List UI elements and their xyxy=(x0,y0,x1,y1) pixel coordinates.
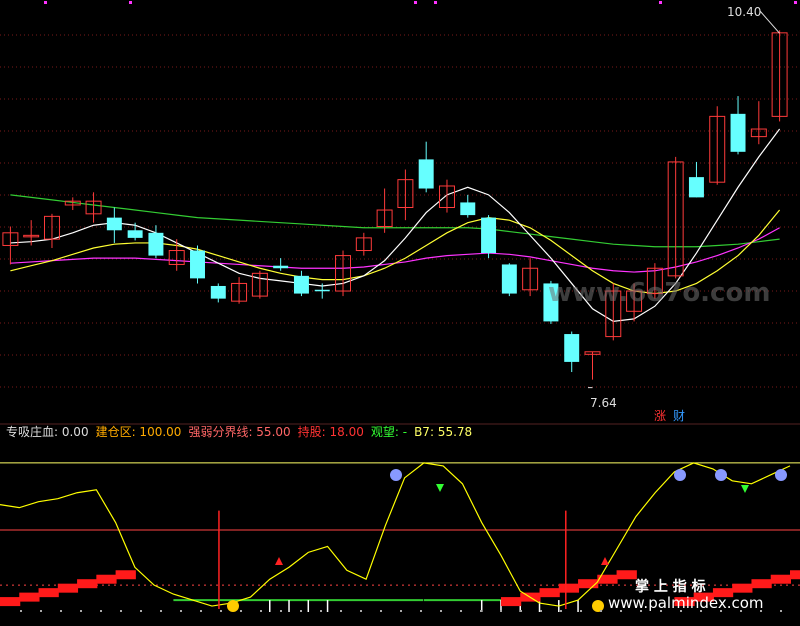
candle-body xyxy=(293,275,309,294)
axis-dot xyxy=(420,610,422,612)
bottom-watermark-cn: 掌 上 指 标 xyxy=(635,578,706,595)
top-watermark: www.6o7o.com xyxy=(548,278,770,308)
header-item: 观望: - xyxy=(371,425,407,439)
bottom-watermark-url: www.palmindex.com xyxy=(608,594,764,612)
header-item: 强弱分界线: 55.00 xyxy=(188,425,290,439)
face-marker xyxy=(592,600,604,612)
step-bar xyxy=(77,579,98,589)
axis-dot xyxy=(300,610,302,612)
step-bar xyxy=(558,583,580,593)
axis-dot xyxy=(60,610,62,612)
step-bar xyxy=(500,597,522,607)
axis-dot xyxy=(600,610,602,612)
face-marker xyxy=(227,600,239,612)
axis-dot xyxy=(340,610,342,612)
step-bar xyxy=(732,583,753,593)
axis-dot xyxy=(360,610,362,612)
axis-dot xyxy=(180,610,182,612)
axis-dot xyxy=(460,610,462,612)
axis-dot xyxy=(540,610,542,612)
face-marker xyxy=(715,469,727,481)
candle-body xyxy=(210,285,226,299)
low-price-label: 7.64 xyxy=(590,396,617,410)
marker-dot xyxy=(44,1,47,4)
header-item: B7: 55.78 xyxy=(414,425,472,439)
candle-body xyxy=(127,230,143,238)
candle-body xyxy=(314,289,330,292)
axis-dot xyxy=(240,610,242,612)
header-item: 专吸庄血: 0.00 xyxy=(6,424,89,439)
step-bar xyxy=(751,579,772,589)
axis-dot xyxy=(200,610,202,612)
stock-chart: 10.40 7.64 涨 财 www.6o7o.com 掌 上 指 标 www.… xyxy=(0,0,800,626)
step-bar xyxy=(115,570,136,580)
axis-dot xyxy=(780,610,782,612)
step-bar xyxy=(38,588,59,598)
axis-dot xyxy=(160,610,162,612)
zhang-tag[interactable]: 涨 xyxy=(654,408,666,423)
axis-dot xyxy=(580,610,582,612)
axis-dot xyxy=(320,610,322,612)
face-marker xyxy=(775,469,787,481)
marker-dot xyxy=(434,1,437,4)
high-price-label: 10.40 xyxy=(727,5,761,19)
marker-dot xyxy=(659,1,662,4)
axis-dot xyxy=(100,610,102,612)
candle-body xyxy=(106,217,122,231)
axis-dot xyxy=(440,610,442,612)
step-bar xyxy=(0,597,21,607)
axis-dot xyxy=(380,610,382,612)
header-item: 持股: 18.00 xyxy=(298,424,364,439)
axis-dot xyxy=(560,610,562,612)
candle-body xyxy=(273,265,289,269)
axis-dot xyxy=(500,610,502,612)
candle-body xyxy=(418,159,434,189)
cai-tag[interactable]: 财 xyxy=(673,409,685,423)
step-bar xyxy=(770,574,791,584)
step-bar xyxy=(96,574,117,584)
step-bar xyxy=(790,570,800,580)
candle-body xyxy=(688,177,704,198)
candle-body xyxy=(501,264,517,294)
face-marker xyxy=(390,469,402,481)
axis-dot xyxy=(120,610,122,612)
step-bar xyxy=(539,588,560,598)
candle-body xyxy=(460,202,476,216)
candle-body xyxy=(730,113,746,152)
axis-dot xyxy=(480,610,482,612)
marker-dot xyxy=(414,1,417,4)
header-item: 建仓区: 100.00 xyxy=(96,425,182,439)
marker-dot xyxy=(129,1,132,4)
axis-dot xyxy=(220,610,222,612)
step-bar xyxy=(57,583,79,593)
marker-dot xyxy=(794,1,797,4)
axis-dot xyxy=(400,610,402,612)
candle-body xyxy=(564,334,580,362)
axis-dot xyxy=(260,610,262,612)
axis-dot xyxy=(140,610,142,612)
axis-dot xyxy=(20,610,22,612)
axis-dot xyxy=(520,610,522,612)
candle-body xyxy=(481,217,497,254)
candle-body xyxy=(148,232,164,256)
face-marker xyxy=(674,469,686,481)
axis-dot xyxy=(80,610,82,612)
step-bar xyxy=(19,592,40,602)
candle-body xyxy=(190,250,205,279)
step-bar xyxy=(616,570,637,580)
axis-dot xyxy=(40,610,42,612)
axis-dot xyxy=(280,610,282,612)
